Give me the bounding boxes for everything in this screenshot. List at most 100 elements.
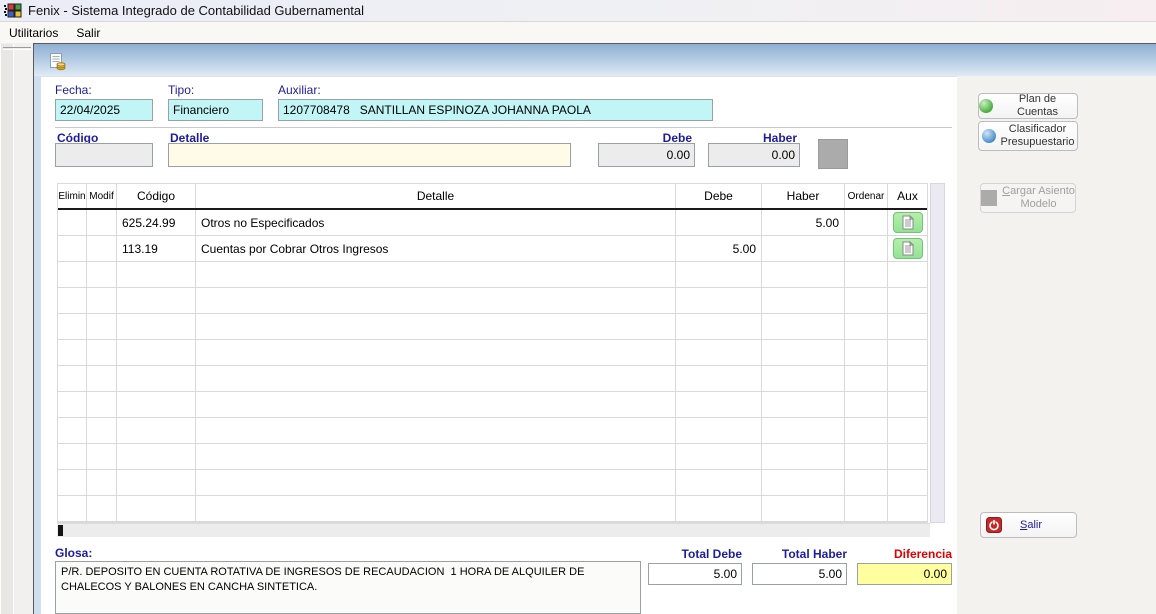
cell-haber	[762, 392, 845, 417]
cell-elimin[interactable]	[58, 210, 87, 235]
cell-haber	[762, 418, 845, 443]
total-debe-value: 5.00	[648, 563, 742, 585]
table-row[interactable]	[58, 392, 927, 418]
cell-haber	[762, 496, 845, 521]
cell-modif[interactable]	[87, 262, 117, 287]
codigo-input[interactable]	[55, 143, 153, 167]
cell-elimin[interactable]	[58, 340, 87, 365]
cell-elimin[interactable]	[58, 392, 87, 417]
fecha-label: Fecha:	[55, 83, 92, 97]
table-row[interactable]	[58, 288, 927, 314]
tipo-label: Tipo:	[168, 83, 194, 97]
cell-elimin[interactable]	[58, 444, 87, 469]
fecha-input[interactable]: 22/04/2025	[55, 99, 153, 121]
add-entry-button-disabled[interactable]	[818, 139, 848, 169]
cell-ordenar	[845, 288, 888, 313]
cell-detalle	[196, 470, 676, 495]
cell-aux	[888, 392, 927, 417]
clasificador-presupuestario-button[interactable]: Clasificador Presupuestario	[978, 121, 1078, 151]
panel-splitter-handle[interactable]	[3, 47, 31, 50]
cell-ordenar	[845, 262, 888, 287]
debe-input[interactable]: 0.00	[598, 143, 695, 167]
cell-haber	[762, 262, 845, 287]
salir-button[interactable]: Salir	[980, 512, 1077, 538]
aux-button[interactable]	[893, 212, 923, 233]
cell-aux	[888, 418, 927, 443]
haber-input[interactable]: 0.00	[708, 143, 800, 167]
cell-modif[interactable]	[87, 314, 117, 339]
cell-detalle	[196, 314, 676, 339]
blue-sphere-icon	[982, 129, 996, 143]
cell-elimin[interactable]	[58, 470, 87, 495]
menu-item-utilitarios[interactable]: Utilitarios	[0, 24, 67, 42]
glosa-label: Glosa:	[55, 546, 92, 560]
cell-elimin[interactable]	[58, 366, 87, 391]
diferencia-value: 0.00	[857, 563, 952, 585]
cell-modif[interactable]	[87, 288, 117, 313]
tipo-input[interactable]: Financiero	[168, 99, 263, 121]
new-entry-button[interactable]	[46, 50, 68, 72]
cell-detalle: Otros no Especificados	[196, 210, 676, 235]
cell-debe	[676, 210, 762, 235]
cell-codigo	[117, 262, 196, 287]
cell-elimin[interactable]	[58, 236, 87, 261]
cell-ordenar	[845, 366, 888, 391]
plan-de-cuentas-button[interactable]: Plan de Cuentas	[978, 93, 1078, 119]
cell-elimin[interactable]	[58, 418, 87, 443]
cell-elimin[interactable]	[58, 288, 87, 313]
cargar-asiento-modelo-button[interactable]: Cargar Asiento Modelo	[980, 183, 1076, 213]
col-header-aux: Aux	[888, 184, 927, 208]
table-row[interactable]	[58, 366, 927, 392]
table-row[interactable]: 113.19 Cuentas por Cobrar Otros Ingresos…	[58, 236, 927, 262]
menu-item-salir[interactable]: Salir	[67, 24, 109, 42]
cell-modif[interactable]	[87, 236, 117, 261]
auxiliar-input[interactable]: 1207708478 SANTILLAN ESPINOZA JOHANNA PA…	[278, 99, 713, 121]
cell-elimin[interactable]	[58, 496, 87, 521]
app-window: Fenix - Sistema Integrado de Contabilida…	[0, 0, 1156, 614]
cell-haber: 5.00	[762, 210, 845, 235]
col-header-debe: Debe	[676, 184, 762, 208]
cell-modif[interactable]	[87, 470, 117, 495]
table-row[interactable]	[58, 496, 927, 522]
cell-modif[interactable]	[87, 366, 117, 391]
scrollbar-thumb[interactable]	[58, 525, 63, 536]
col-header-ordenar: Ordenar	[845, 184, 888, 208]
document-icon	[902, 241, 914, 256]
cell-aux	[888, 262, 927, 287]
cell-modif[interactable]	[87, 444, 117, 469]
separator	[55, 127, 952, 128]
table-row[interactable]	[58, 418, 927, 444]
glosa-textarea[interactable]: P/R. DEPOSITO EN CUENTA ROTATIVA DE INGR…	[55, 561, 641, 614]
cell-elimin[interactable]	[58, 262, 87, 287]
cell-modif[interactable]	[87, 496, 117, 521]
table-row[interactable]: 625.24.99 Otros no Especificados 5.00	[58, 210, 927, 236]
cell-elimin[interactable]	[58, 314, 87, 339]
table-horizontal-scrollbar[interactable]	[57, 523, 930, 537]
table-row[interactable]	[58, 470, 927, 496]
table-row[interactable]	[58, 262, 927, 288]
total-haber-value: 5.00	[752, 563, 847, 585]
cell-haber	[762, 444, 845, 469]
cell-debe	[676, 418, 762, 443]
cell-haber	[762, 314, 845, 339]
detalle-input[interactable]	[168, 143, 571, 167]
window-left-edge	[34, 76, 41, 614]
cell-debe	[676, 496, 762, 521]
cell-codigo	[117, 470, 196, 495]
table-row[interactable]	[58, 340, 927, 366]
titlebar: Fenix - Sistema Integrado de Contabilida…	[0, 0, 1156, 22]
cell-ordenar	[845, 392, 888, 417]
cell-modif[interactable]	[87, 210, 117, 235]
document-icon	[902, 215, 914, 230]
cell-detalle	[196, 496, 676, 521]
plan-de-cuentas-label: Plan de Cuentas	[998, 93, 1077, 118]
table-row[interactable]	[58, 314, 927, 340]
cell-codigo	[117, 314, 196, 339]
cell-codigo: 113.19	[117, 236, 196, 261]
aux-button[interactable]	[893, 238, 923, 259]
table-vertical-scrollbar[interactable]	[930, 183, 945, 523]
cell-modif[interactable]	[87, 340, 117, 365]
cell-modif[interactable]	[87, 418, 117, 443]
table-row[interactable]	[58, 444, 927, 470]
cell-modif[interactable]	[87, 392, 117, 417]
